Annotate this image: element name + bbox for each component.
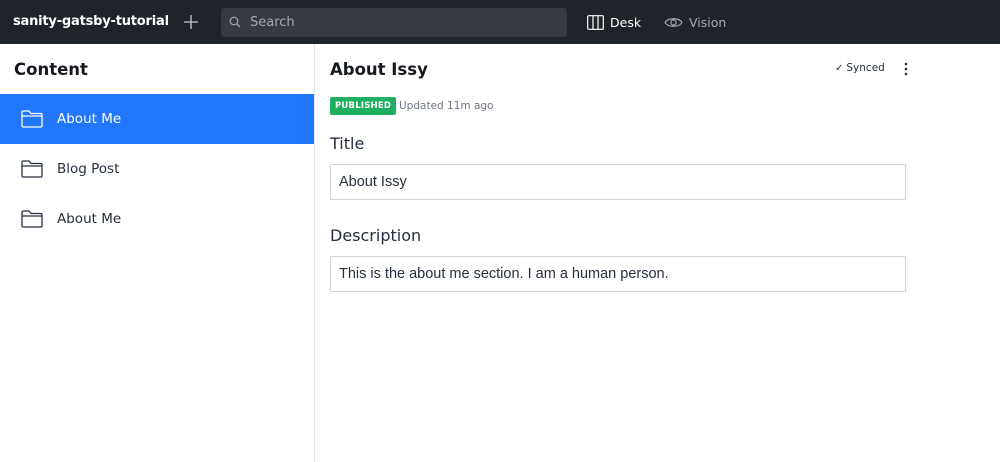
desk-columns-icon	[587, 14, 604, 30]
create-new-button[interactable]	[180, 11, 202, 33]
vertical-ellipsis-icon	[904, 62, 908, 76]
content-sidebar: Content About Me Blog Post About Me	[0, 44, 315, 462]
sync-status: ✓ Synced	[835, 62, 885, 74]
folder-icon	[21, 110, 43, 128]
sidebar-item-label: Blog Post	[57, 161, 120, 177]
sidebar-item-about-me-2[interactable]: About Me	[0, 194, 314, 244]
title-field-label: Title	[330, 134, 365, 153]
plus-icon	[184, 15, 198, 29]
sync-status-label: Synced	[846, 62, 885, 74]
check-icon: ✓	[835, 62, 844, 74]
sidebar-item-blog-post[interactable]: Blog Post	[0, 144, 314, 194]
sidebar-item-about-me[interactable]: About Me	[0, 94, 314, 144]
sidebar-list: About Me Blog Post About Me	[0, 94, 314, 244]
search-icon	[229, 16, 241, 28]
search-box[interactable]	[221, 8, 567, 37]
tool-vision[interactable]: Vision	[664, 0, 726, 44]
more-actions-button[interactable]	[899, 59, 913, 79]
updated-timestamp: Updated 11m ago	[399, 100, 494, 112]
document-title: About Issy	[330, 60, 428, 79]
top-navbar: sanity-gatsby-tutorial Desk Vision	[0, 0, 1000, 44]
search-input[interactable]	[250, 8, 560, 37]
sidebar-item-label: About Me	[57, 211, 122, 227]
tool-vision-label: Vision	[689, 14, 727, 30]
description-field[interactable]	[330, 256, 906, 292]
folder-icon	[21, 160, 43, 178]
sidebar-item-label: About Me	[57, 111, 122, 127]
folder-icon	[21, 210, 43, 228]
eye-icon	[664, 17, 683, 27]
sidebar-title: Content	[14, 60, 88, 79]
tool-desk-label: Desk	[610, 14, 642, 30]
project-name[interactable]: sanity-gatsby-tutorial	[13, 0, 169, 44]
tool-desk[interactable]: Desk	[587, 0, 641, 44]
description-field-label: Description	[330, 226, 422, 245]
title-field[interactable]	[330, 164, 906, 200]
document-pane: About Issy ✓ Synced PUBLISHED Updated 11…	[315, 44, 1000, 462]
status-badge: PUBLISHED	[330, 97, 397, 115]
